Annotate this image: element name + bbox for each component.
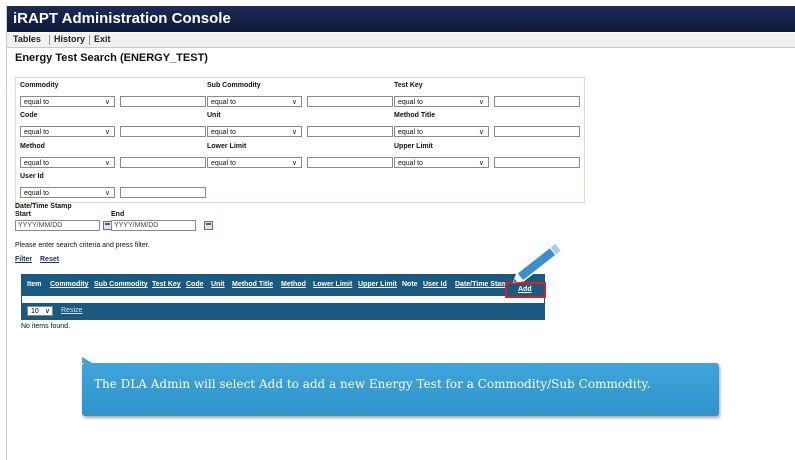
test-key-operator-select[interactable]: equal to ∨	[394, 96, 489, 107]
operator-value: equal to	[24, 129, 49, 136]
menu-tables[interactable]: Tables	[13, 34, 41, 44]
label-unit: Unit	[207, 112, 221, 119]
column-method[interactable]: Method	[281, 281, 306, 288]
commodity-input[interactable]	[120, 96, 206, 107]
search-hint: Please enter search criteria and press f…	[15, 242, 150, 249]
label-sub-commodity: Sub Commodity	[207, 82, 261, 89]
column-code[interactable]: Code	[186, 281, 204, 288]
search-criteria-panel: Commodity Sub Commodity Test Key equal t…	[15, 77, 585, 203]
chevron-down-icon: ∨	[104, 190, 110, 197]
user-id-operator-select[interactable]: equal to ∨	[20, 187, 115, 198]
label-method-title: Method Title	[394, 112, 436, 119]
results-grid-footer: 10 ∨ Resize	[21, 303, 545, 320]
chevron-down-icon: ∨	[291, 160, 297, 167]
column-method-title[interactable]: Method Title	[232, 281, 273, 288]
results-grid-header: Item Commodity Sub Commodity Test Key Co…	[21, 274, 545, 296]
resize-link[interactable]: Resize	[61, 307, 82, 314]
app-title: iRAPT Administration Console	[13, 10, 231, 27]
user-id-input[interactable]	[120, 187, 206, 198]
column-note: Note	[402, 281, 418, 288]
operator-value: equal to	[211, 99, 236, 106]
operator-value: equal to	[24, 99, 49, 106]
menu-separator	[49, 35, 50, 45]
operator-value: equal to	[24, 190, 49, 197]
chevron-down-icon: ∨	[291, 99, 297, 106]
instruction-callout: The DLA Admin will select Add to add a n…	[82, 357, 719, 416]
method-operator-select[interactable]: equal to ∨	[20, 157, 115, 168]
lower-limit-operator-select[interactable]: equal to ∨	[207, 157, 302, 168]
column-upper-limit[interactable]: Upper Limit	[358, 281, 397, 288]
menu-history[interactable]: History	[54, 34, 85, 44]
commodity-operator-select[interactable]: equal to ∨	[20, 96, 115, 107]
results-grid-body	[21, 296, 545, 303]
code-operator-select[interactable]: equal to ∨	[20, 126, 115, 137]
calendar-icon[interactable]	[204, 221, 213, 230]
label-start: Start	[15, 211, 31, 218]
method-input[interactable]	[120, 157, 206, 168]
chevron-down-icon: ∨	[478, 160, 484, 167]
lower-limit-input[interactable]	[307, 157, 393, 168]
page-size-value: 10	[31, 308, 39, 315]
operator-value: equal to	[211, 160, 236, 167]
operator-value: equal to	[211, 129, 236, 136]
unit-input[interactable]	[307, 126, 393, 137]
end-date-input[interactable]: YYYY/MM/DD	[111, 220, 196, 231]
column-unit[interactable]: Unit	[211, 281, 225, 288]
chevron-down-icon: ∨	[478, 99, 484, 106]
column-lower-limit[interactable]: Lower Limit	[313, 281, 352, 288]
filter-link[interactable]: Filter	[15, 256, 32, 263]
chevron-down-icon: ∨	[478, 129, 484, 136]
column-date-time-stamp[interactable]: Date/Time Stamp	[455, 281, 512, 288]
column-sub-commodity[interactable]: Sub Commodity	[94, 281, 148, 288]
menu-bar: Tables History Exit	[7, 33, 795, 48]
method-title-operator-select[interactable]: equal to ∨	[394, 126, 489, 137]
method-title-input[interactable]	[494, 126, 580, 137]
page-size-select[interactable]: 10 ∨	[27, 306, 53, 316]
test-key-input[interactable]	[494, 96, 580, 107]
sub-commodity-operator-select[interactable]: equal to ∨	[207, 96, 302, 107]
title-bar: iRAPT Administration Console	[7, 6, 795, 32]
upper-limit-input[interactable]	[494, 157, 580, 168]
label-lower-limit: Lower Limit	[207, 143, 247, 150]
label-user-id: User Id	[20, 173, 44, 180]
operator-value: equal to	[398, 160, 423, 167]
label-code: Code	[20, 112, 38, 119]
operator-value: equal to	[398, 99, 423, 106]
empty-results-message: No items found.	[21, 323, 71, 330]
column-test-key[interactable]: Test Key	[152, 281, 181, 288]
label-date-time-stamp: Date/Time Stamp	[15, 203, 72, 210]
callout-tip	[82, 357, 92, 363]
chevron-down-icon: ∨	[104, 129, 110, 136]
unit-operator-select[interactable]: equal to ∨	[207, 126, 302, 137]
pencil-pointer-icon	[512, 242, 563, 283]
label-commodity: Commodity	[20, 82, 59, 89]
column-commodity[interactable]: Commodity	[50, 281, 89, 288]
console-window: iRAPT Administration Console Tables Hist…	[6, 6, 795, 460]
column-user-id[interactable]: User Id	[423, 281, 447, 288]
column-item: Item	[27, 281, 42, 288]
operator-value: equal to	[398, 129, 423, 136]
label-method: Method	[20, 143, 45, 150]
label-upper-limit: Upper Limit	[394, 143, 433, 150]
operator-value: equal to	[24, 160, 49, 167]
chevron-down-icon: ∨	[44, 308, 50, 315]
code-input[interactable]	[120, 126, 206, 137]
menu-exit[interactable]: Exit	[94, 34, 111, 44]
chevron-down-icon: ∨	[104, 160, 110, 167]
chevron-down-icon: ∨	[104, 99, 110, 106]
menu-separator	[89, 35, 90, 45]
page-title: Energy Test Search (ENERGY_TEST)	[15, 52, 208, 64]
label-end: End	[111, 211, 125, 218]
upper-limit-operator-select[interactable]: equal to ∨	[394, 157, 489, 168]
sub-commodity-input[interactable]	[307, 96, 393, 107]
start-date-input[interactable]: YYYY/MM/DD	[15, 220, 100, 231]
reset-link[interactable]: Reset	[40, 256, 59, 263]
chevron-down-icon: ∨	[291, 129, 297, 136]
label-test-key: Test Key	[394, 82, 423, 89]
callout-text: The DLA Admin will select Add to add a n…	[94, 377, 651, 391]
